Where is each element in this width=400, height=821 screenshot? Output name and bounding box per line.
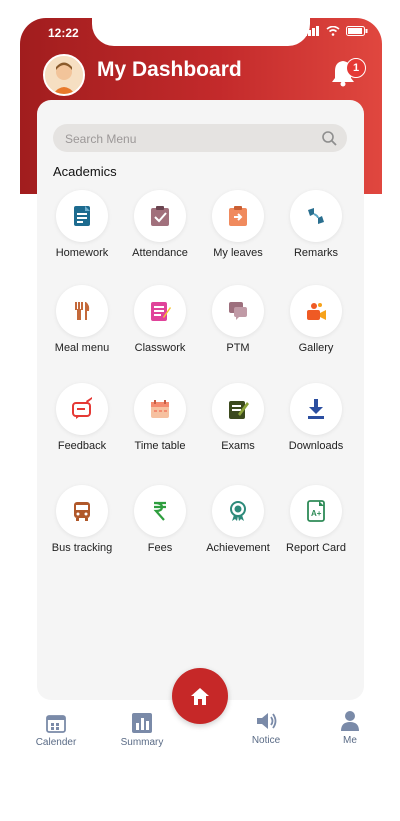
menu-item-downloads[interactable]: Downloads	[271, 383, 361, 473]
nav-notice[interactable]: Notice	[238, 710, 294, 746]
menu-item-ptm[interactable]: PTM	[193, 285, 283, 375]
menu-item-label: Homework	[55, 247, 109, 259]
menu-item-label: Time table	[134, 440, 186, 452]
user-icon	[341, 711, 359, 731]
signal-icon	[304, 26, 319, 36]
menu-item-label: Classwork	[134, 342, 186, 354]
menu-item-label: Fees	[147, 542, 173, 554]
menu-item-time-table[interactable]: Time table	[115, 383, 205, 473]
timetable-icon	[151, 400, 169, 418]
menu-item-label: Remarks	[293, 247, 338, 259]
summary-icon	[132, 713, 152, 733]
section-title: Academics	[53, 164, 117, 179]
menu-item-label: Achievement	[206, 542, 270, 554]
menu-item-label: Downloads	[288, 440, 344, 452]
rupee-icon	[153, 501, 166, 521]
feedback-icon	[72, 397, 92, 419]
bus-icon	[74, 502, 90, 521]
exams-icon	[229, 401, 249, 419]
nav-me-label: Me	[343, 735, 357, 746]
download-icon	[308, 399, 324, 419]
menu-item-feedback[interactable]: Feedback	[37, 383, 127, 473]
ptm-icon	[229, 302, 247, 320]
avatar[interactable]	[43, 54, 85, 96]
search-input[interactable]: Search Menu	[53, 124, 347, 152]
menu-item-attendance[interactable]: Attendance	[115, 190, 205, 280]
status-time: 12:22	[48, 26, 79, 40]
nav-calender-label: Calender	[35, 737, 77, 748]
menu-item-label: Bus tracking	[51, 542, 113, 554]
menu-item-label: Attendance	[132, 247, 188, 259]
menu-item-fees[interactable]: Fees	[115, 485, 205, 575]
menu-item-label: Exams	[221, 440, 255, 452]
menu-item-label: Report Card	[286, 542, 346, 554]
bottom-nav: Calender Summary Notice Me	[20, 696, 382, 788]
nav-calender[interactable]: Calender	[28, 712, 84, 748]
status-icons	[304, 26, 368, 36]
phone-notch	[92, 18, 310, 46]
battery-icon	[346, 26, 368, 36]
gallery-icon	[307, 303, 326, 320]
nav-summary[interactable]: Summary	[114, 712, 170, 748]
search-icon[interactable]	[321, 130, 337, 146]
homework-icon	[74, 206, 90, 226]
classwork-icon	[151, 302, 171, 321]
nav-me[interactable]: Me	[330, 710, 370, 746]
menu-item-label: Feedback	[57, 440, 107, 452]
wifi-icon	[326, 26, 340, 36]
notification-badge: 1	[346, 58, 366, 78]
menu-item-exams[interactable]: Exams	[193, 383, 283, 473]
menu-item-label: Meal menu	[54, 342, 110, 354]
menu-panel: Search Menu Academics Homework Attendanc…	[37, 100, 364, 700]
attendance-icon	[151, 206, 169, 226]
avatar-icon	[45, 56, 83, 94]
menu-item-label: My leaves	[213, 247, 263, 259]
menu-item-gallery[interactable]: Gallery	[271, 285, 361, 375]
achievement-icon	[230, 501, 246, 521]
nav-summary-label: Summary	[120, 737, 164, 748]
menu-item-my-leaves[interactable]: My leaves	[193, 190, 283, 280]
remarks-icon	[308, 208, 324, 224]
menu-item-achievement[interactable]: Achievement	[193, 485, 283, 575]
menu-item-classwork[interactable]: Classwork	[115, 285, 205, 375]
speaker-icon	[257, 713, 277, 729]
page-title: My Dashboard	[97, 58, 242, 81]
menu-item-report-card[interactable]: A+ Report Card	[271, 485, 361, 575]
report-card-icon: A+	[307, 500, 325, 522]
menu-item-label: PTM	[226, 342, 250, 354]
meal-icon	[75, 302, 90, 320]
svg-text:A+: A+	[311, 509, 322, 518]
leaves-icon	[229, 206, 247, 226]
menu-item-bus-tracking[interactable]: Bus tracking	[37, 485, 127, 575]
calendar-icon	[46, 715, 66, 733]
nav-notice-label: Notice	[251, 735, 281, 746]
menu-item-homework[interactable]: Homework	[37, 190, 127, 280]
menu-item-remarks[interactable]: Remarks	[271, 190, 361, 280]
menu-item-meal-menu[interactable]: Meal menu	[37, 285, 127, 375]
phone-screen: 12:22 My Dashboard 1 Search Menu Academi…	[20, 18, 382, 818]
menu-item-label: Gallery	[298, 342, 334, 354]
search-placeholder: Search Menu	[65, 132, 137, 146]
